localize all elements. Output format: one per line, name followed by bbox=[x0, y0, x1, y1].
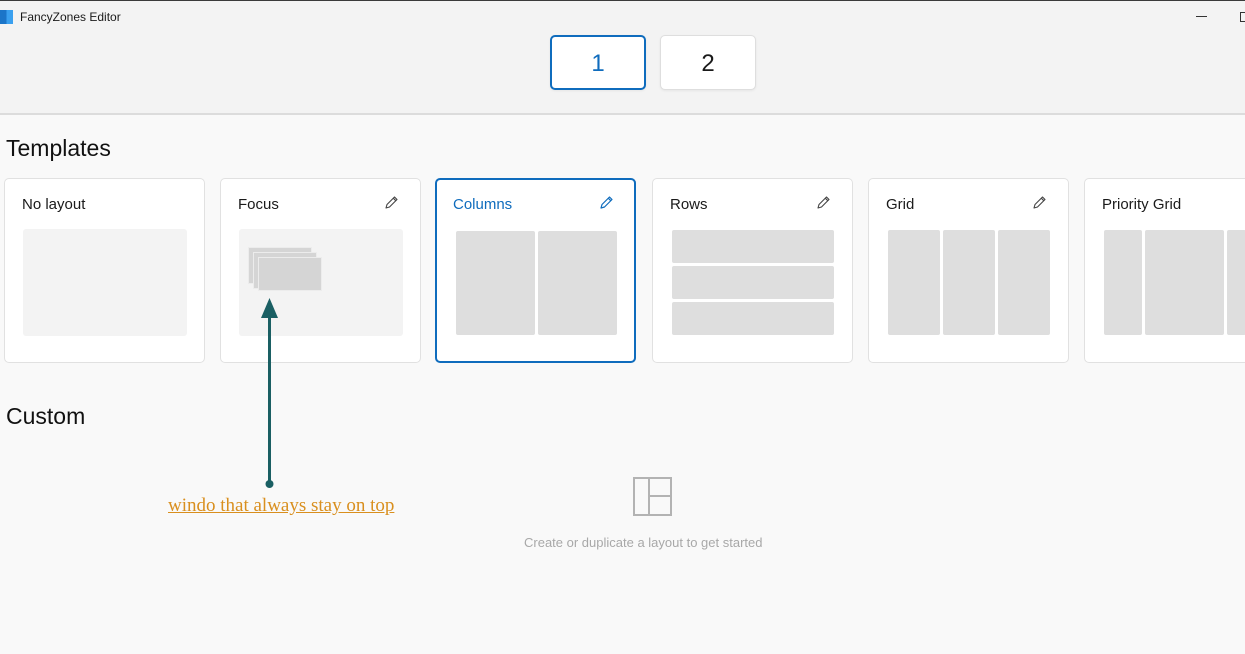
template-title: Grid bbox=[886, 196, 915, 213]
fancyzones-icon bbox=[0, 10, 13, 24]
zone bbox=[258, 257, 322, 291]
template-title: Columns bbox=[453, 196, 513, 213]
monitor-button-2[interactable]: 2 bbox=[660, 35, 756, 90]
zone bbox=[1104, 230, 1142, 335]
layout-preview-columns bbox=[455, 230, 618, 336]
layout-preview-grid bbox=[888, 229, 1052, 336]
maximize-icon[interactable] bbox=[1240, 12, 1245, 22]
zone bbox=[672, 266, 834, 299]
custom-empty-message: Create or duplicate a layout to get star… bbox=[524, 535, 763, 550]
zone bbox=[888, 230, 940, 335]
zone bbox=[538, 231, 617, 335]
minimize-icon[interactable] bbox=[1196, 16, 1207, 17]
edit-pencil-icon[interactable] bbox=[596, 193, 616, 213]
template-title: Rows bbox=[670, 196, 708, 213]
edit-pencil-icon[interactable] bbox=[813, 193, 833, 213]
zone bbox=[998, 230, 1050, 335]
template-card-focus[interactable]: Focus bbox=[220, 178, 421, 363]
zone bbox=[672, 302, 834, 335]
custom-heading: Custom bbox=[6, 403, 86, 429]
template-title: No layout bbox=[22, 196, 86, 213]
template-card-grid[interactable]: Grid bbox=[868, 178, 1069, 363]
layout-preview-priority-grid bbox=[1104, 229, 1245, 336]
zone bbox=[672, 230, 834, 263]
title-bar[interactable]: FancyZones Editor bbox=[0, 1, 1245, 31]
layout-icon bbox=[633, 477, 672, 516]
layout-preview-rows bbox=[672, 229, 836, 336]
templates-heading: Templates bbox=[6, 135, 111, 161]
edit-pencil-icon[interactable] bbox=[1029, 193, 1049, 213]
header-divider bbox=[0, 113, 1245, 115]
template-card-columns[interactable]: Columns bbox=[435, 178, 636, 363]
layout-preview-empty bbox=[23, 229, 187, 336]
annotation-arrow bbox=[261, 298, 278, 488]
template-card-priority-grid[interactable]: Priority Grid bbox=[1084, 178, 1245, 363]
template-card-rows[interactable]: Rows bbox=[652, 178, 853, 363]
zone bbox=[943, 230, 995, 335]
zone bbox=[456, 231, 535, 335]
window-title: FancyZones Editor bbox=[20, 10, 121, 24]
zone bbox=[1145, 230, 1224, 335]
template-card-no-layout[interactable]: No layout bbox=[4, 178, 205, 363]
template-title: Focus bbox=[238, 196, 279, 213]
zone bbox=[1227, 230, 1245, 335]
annotation-label: windo that always stay on top bbox=[168, 495, 395, 516]
edit-pencil-icon[interactable] bbox=[381, 193, 401, 213]
monitor-button-1[interactable]: 1 bbox=[550, 35, 646, 90]
template-title: Priority Grid bbox=[1102, 196, 1182, 213]
